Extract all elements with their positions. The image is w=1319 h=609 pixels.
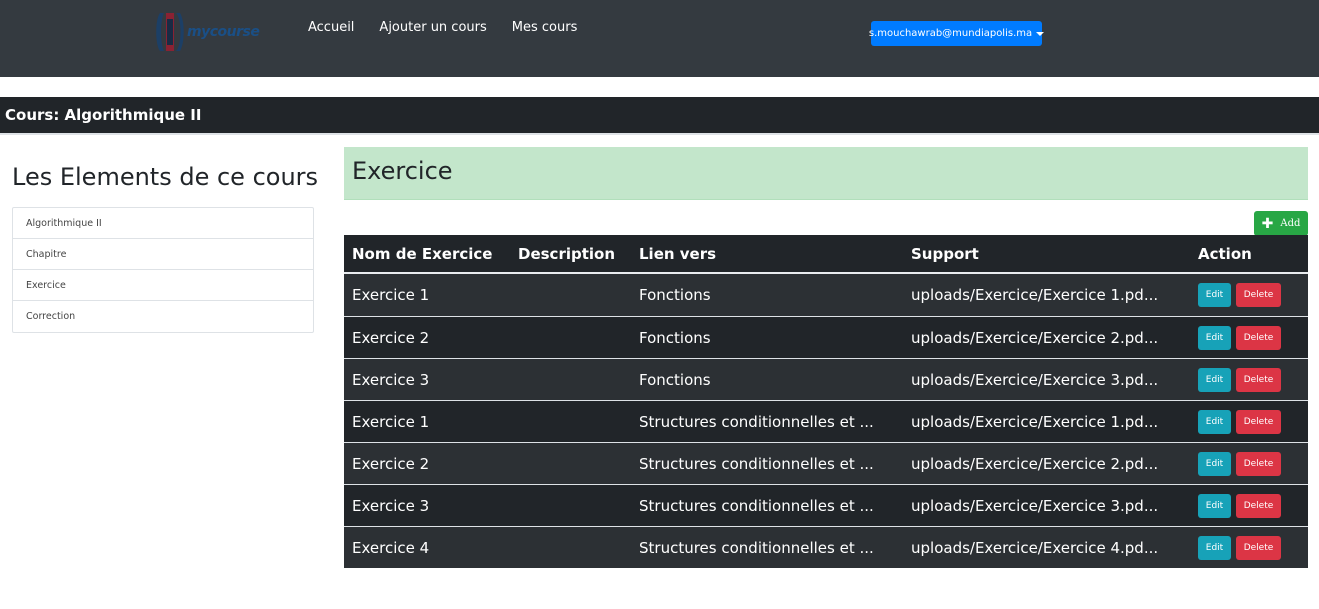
column-header-name: Nom de Exercice [352,244,493,263]
cell-link[interactable]: Fonctions [631,317,903,358]
cell-support[interactable]: uploads/Exercice/Exercice 3.pd... [903,359,1190,400]
table-header: Nom de Exercice Description Lien vers Su… [344,235,1308,274]
logo-mark-icon [156,13,184,51]
cell-name: Exercice 1 [352,286,430,304]
cell-support[interactable]: uploads/Exercice/Exercice 1.pd... [903,401,1190,442]
edit-button[interactable]: Edit [1198,283,1231,307]
table-row: Exercice 1 Fonctions uploads/Exercice/Exer… [344,274,1308,316]
delete-button[interactable]: Delete [1236,367,1281,392]
section-header: Exercice [344,147,1308,200]
sidebar-heading: Les Elements de ce cours [12,163,319,191]
user-menu-button[interactable]: s.mouchawrab@mundiapolis.ma [868,21,1045,46]
cell-description [510,527,631,568]
column-header-description: Description [518,244,616,263]
course-bar: Cours: Algorithmique II [0,97,1319,135]
logo-text: mycourse [187,24,260,40]
cell-action: Edit Delete [1190,527,1308,568]
cell-description [510,401,631,442]
cell-action: Edit Delete [1190,274,1308,316]
user-email: s.mouchawrab@mundiapolis.ma [868,28,1033,39]
table-row: Exercice 4 Structures conditionnelles et … [344,526,1308,568]
table-row: Exercice 2 Fonctions uploads/Exercice/Exer… [344,316,1308,358]
cell-name: Exercice 3 [352,496,430,515]
plus-icon: ✚ [1261,215,1274,232]
sidebar-list: Algorithmique II Chapitre Exercice Corre… [12,207,314,333]
nav-links: Accueil Ajouter un cours Mes cours [308,20,602,35]
cell-description [510,485,631,526]
top-navbar: mycourse Accueil Ajouter un cours Mes co… [0,0,1319,77]
section-title: Exercice [352,157,453,185]
delete-button[interactable]: Delete [1236,535,1281,560]
table-body: Exercice 1 Fonctions uploads/Exercice/Exer… [344,274,1308,568]
brand-logo[interactable]: mycourse [154,8,266,56]
exercise-table: Nom de Exercice Description Lien vers Su… [344,235,1308,568]
cell-description [510,359,631,400]
cell-link[interactable]: Fonctions [631,274,903,316]
course-title: Cours: Algorithmique II [5,106,202,124]
edit-button[interactable]: Edit [1198,535,1231,560]
cell-action: Edit Delete [1190,443,1308,484]
nav-link-mes-cours[interactable]: Mes cours [512,20,578,35]
add-button-label: Add [1280,218,1301,229]
add-button[interactable]: ✚ Add [1254,211,1308,236]
column-header-support: Support [911,244,979,263]
edit-button[interactable]: Edit [1198,493,1231,518]
edit-button[interactable]: Edit [1198,367,1231,392]
delete-button[interactable]: Delete [1236,283,1281,307]
cell-link[interactable]: Structures conditionnelles et ... [631,443,903,484]
nav-link-ajouter-un-cours[interactable]: Ajouter un cours [379,20,486,35]
table-row: Exercice 3 Fonctions uploads/Exercice/Exer… [344,358,1308,400]
cell-support[interactable]: uploads/Exercice/Exercice 2.pd... [903,317,1190,358]
cell-name: Exercice 2 [352,454,430,473]
delete-button[interactable]: Delete [1236,493,1281,518]
cell-support[interactable]: uploads/Exercice/Exercice 3.pd... [903,485,1190,526]
cell-description [510,443,631,484]
cell-support[interactable]: uploads/Exercice/Exercice 2.pd... [903,443,1190,484]
cell-action: Edit Delete [1190,401,1308,442]
cell-name: Exercice 1 [352,412,430,431]
edit-button[interactable]: Edit [1198,409,1231,434]
cell-name: Exercice 3 [352,370,430,389]
cell-action: Edit Delete [1190,317,1308,358]
cell-action: Edit Delete [1190,485,1308,526]
cell-support[interactable]: uploads/Exercice/Exercice 4.pd... [903,527,1190,568]
caret-down-icon [1036,32,1045,36]
cell-link[interactable]: Structures conditionnelles et ... [631,401,903,442]
delete-button[interactable]: Delete [1236,325,1281,350]
cell-name: Exercice 2 [352,328,430,347]
table-row: Exercice 1 Structures conditionnelles et … [344,400,1308,442]
sidebar-item-algorithmique-ii[interactable]: Algorithmique II [13,208,313,239]
cell-link[interactable]: Structures conditionnelles et ... [631,485,903,526]
cell-link[interactable]: Structures conditionnelles et ... [631,527,903,568]
sidebar-item-correction[interactable]: Correction [13,301,313,332]
edit-button[interactable]: Edit [1198,451,1231,476]
cell-description [510,317,631,358]
edit-button[interactable]: Edit [1198,325,1231,350]
cell-link[interactable]: Fonctions [631,359,903,400]
cell-name: Exercice 4 [352,538,430,557]
column-header-action: Action [1198,244,1252,263]
cell-description [510,274,631,316]
table-row: Exercice 3 Structures conditionnelles et … [344,484,1308,526]
column-header-link: Lien vers [639,244,717,263]
nav-link-accueil[interactable]: Accueil [308,20,354,35]
sidebar-item-chapitre[interactable]: Chapitre [13,239,313,270]
delete-button[interactable]: Delete [1236,451,1281,476]
delete-button[interactable]: Delete [1236,409,1281,434]
cell-support[interactable]: uploads/Exercice/Exercice 1.pd... [903,274,1190,316]
table-row: Exercice 2 Structures conditionnelles et … [344,442,1308,484]
cell-action: Edit Delete [1190,359,1308,400]
sidebar-item-exercice[interactable]: Exercice [13,270,313,301]
